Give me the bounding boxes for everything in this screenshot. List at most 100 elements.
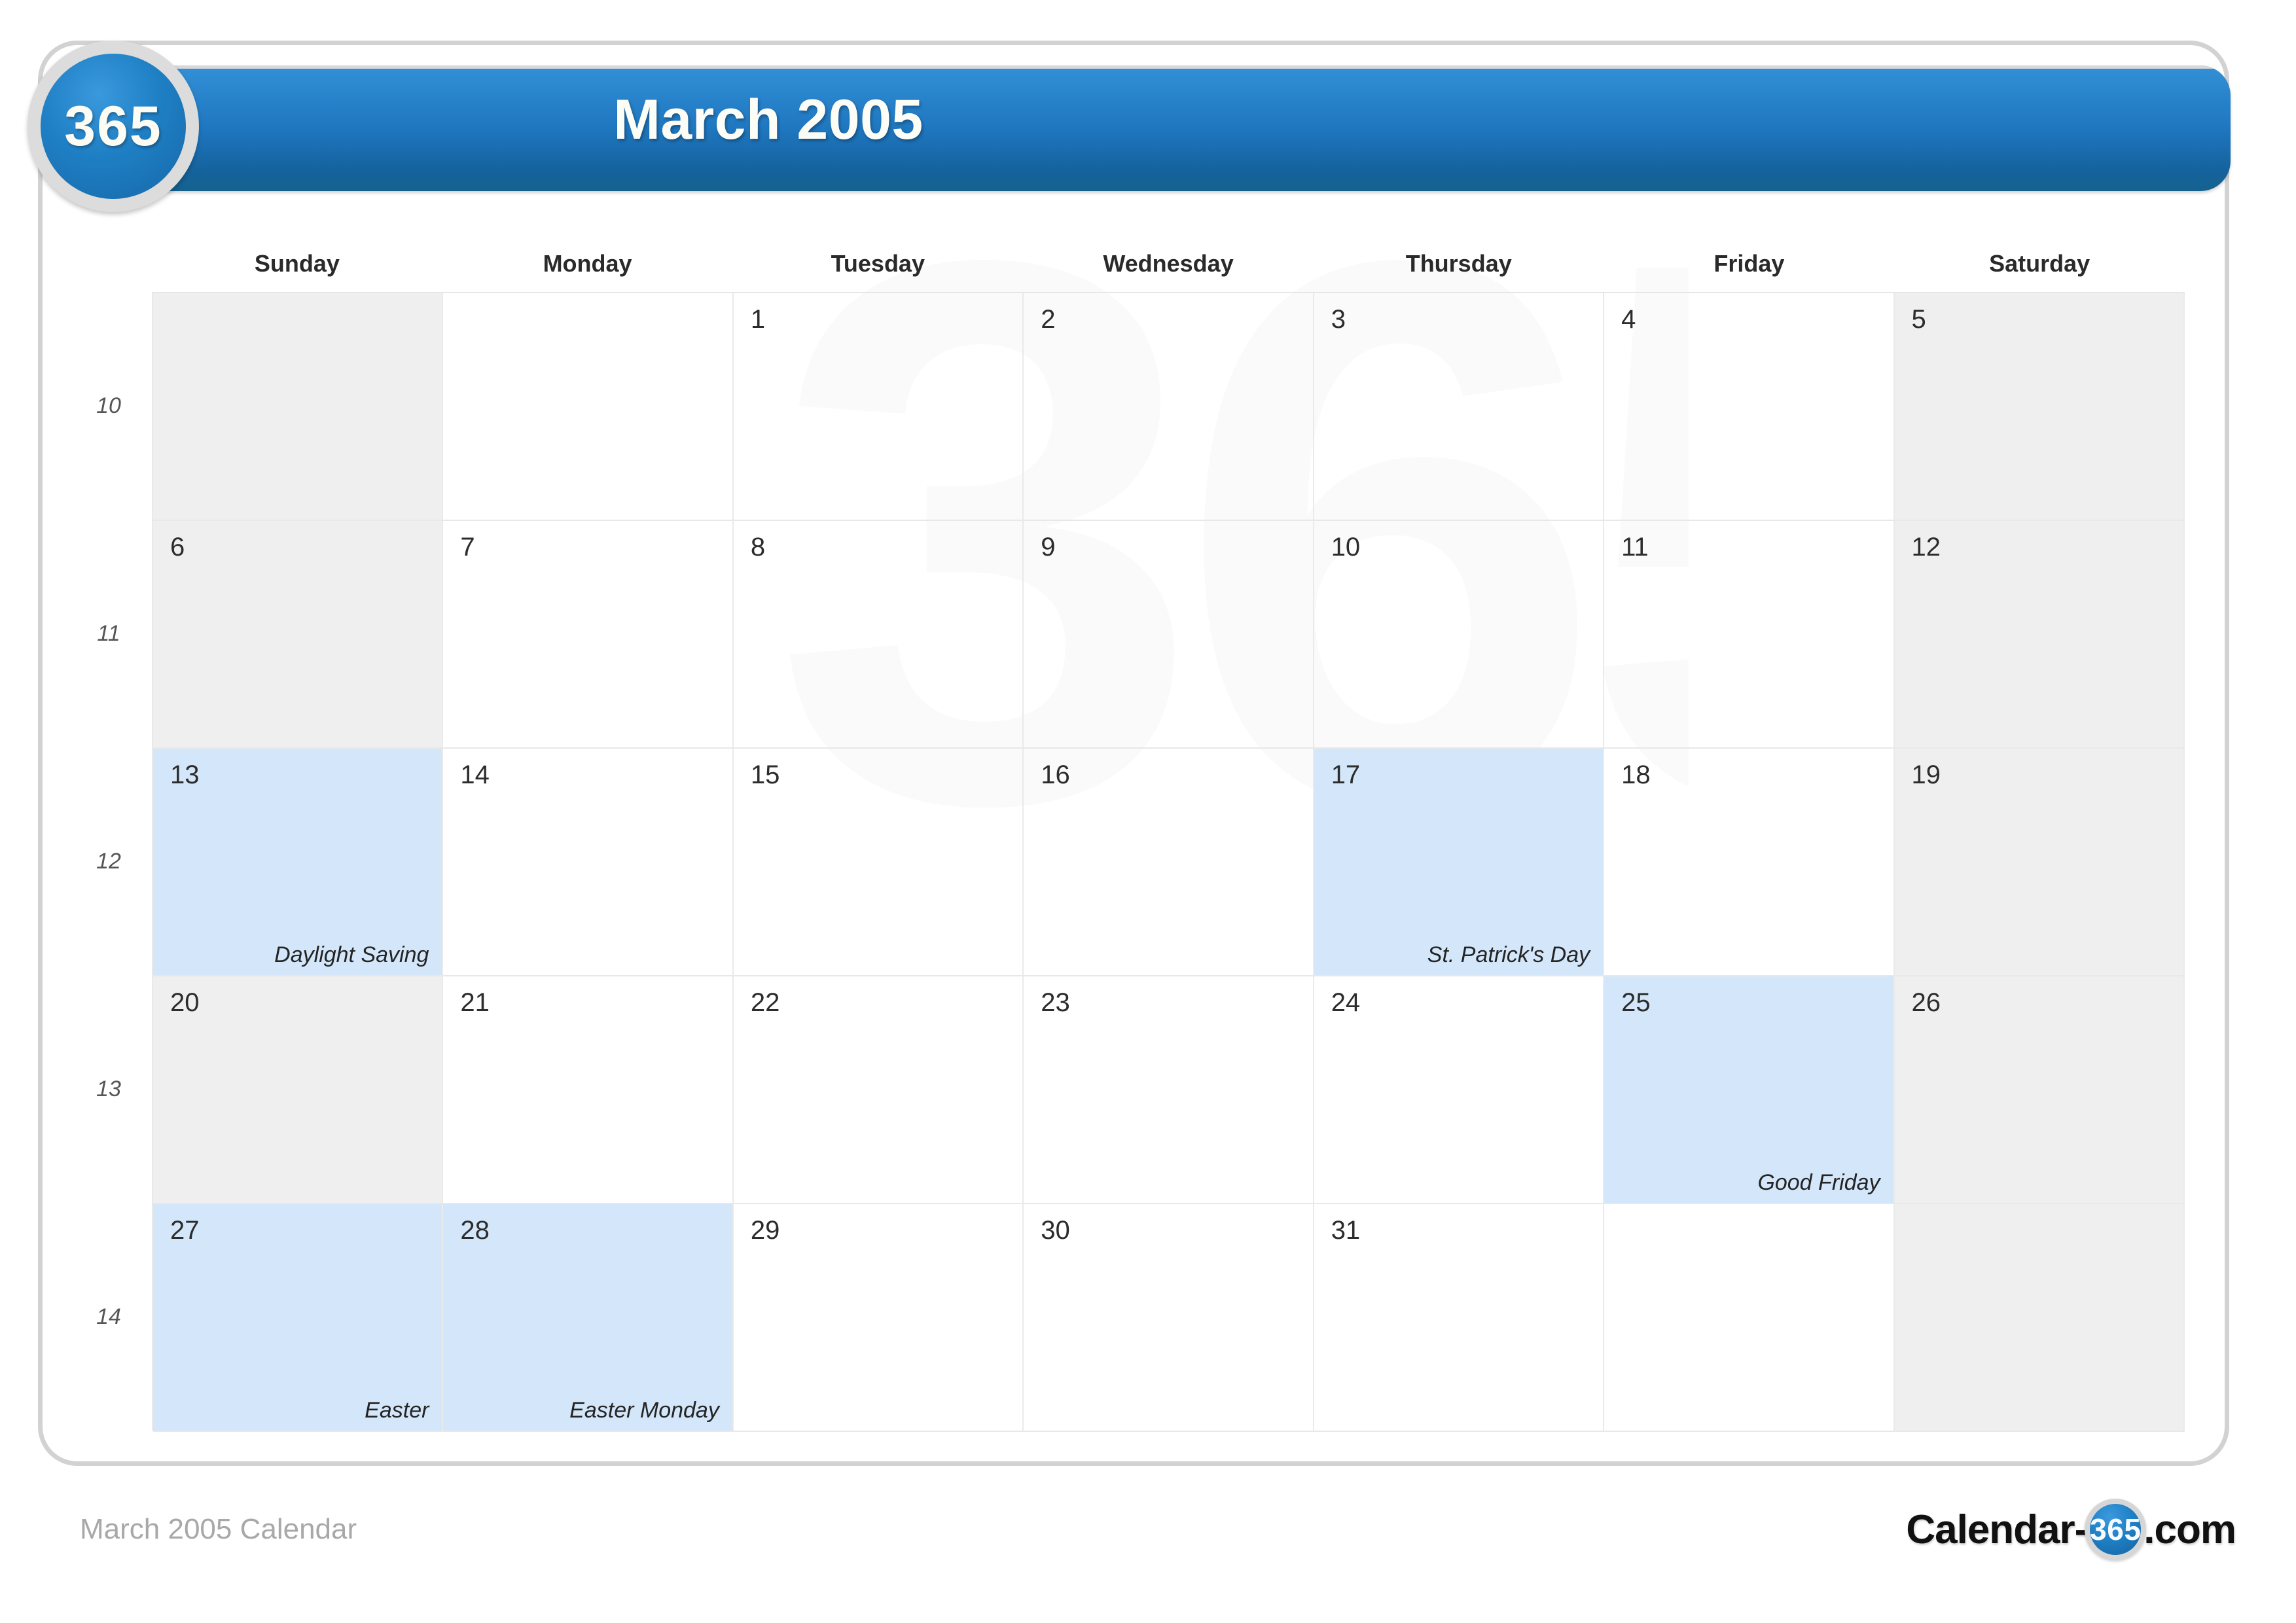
day-number: 19 — [1911, 760, 1941, 789]
calendar-week-row: 13 Daylight Saving 14 15 16 17 St. Patrick's D… — [153, 749, 2185, 976]
day-cell[interactable]: 16 — [1024, 749, 1314, 976]
day-cell[interactable]: 14 — [443, 749, 734, 976]
day-cell[interactable]: 17 St. Patrick's Day — [1314, 749, 1605, 976]
day-cell-empty — [153, 293, 444, 521]
day-cell[interactable]: 18 — [1604, 749, 1895, 976]
day-number: 16 — [1041, 760, 1070, 789]
day-cell[interactable]: 2 — [1024, 293, 1314, 521]
calendar-page: 365 March 2005 365 SundayMondayTuesdayWe… — [0, 0, 2296, 1623]
day-cell[interactable]: 5 — [1894, 293, 2185, 521]
day-cell[interactable]: 9 — [1024, 521, 1314, 749]
weekday-header-monday: Monday — [543, 250, 632, 277]
day-number: 20 — [170, 988, 200, 1017]
day-cell[interactable]: 4 — [1604, 293, 1895, 521]
day-number: 14 — [460, 760, 490, 789]
day-cell[interactable]: 23 — [1024, 976, 1314, 1204]
weekday-header-friday: Friday — [1713, 250, 1785, 277]
day-event-label: Good Friday — [1757, 1170, 1880, 1195]
week-number: 10 — [96, 393, 121, 418]
week-number-column: 10 11 12 13 14 — [72, 292, 145, 1431]
weekday-header-saturday: Saturday — [1989, 250, 2090, 277]
day-event-label: Daylight Saving — [274, 942, 429, 967]
day-number: 12 — [1911, 533, 1941, 562]
day-cell[interactable]: 15 — [733, 749, 1024, 976]
page-title: March 2005 — [613, 88, 924, 151]
day-cell[interactable]: 6 — [153, 521, 444, 749]
weekday-header-wednesday: Wednesday — [1103, 250, 1234, 277]
day-number: 26 — [1911, 988, 1941, 1017]
day-number: 8 — [750, 533, 766, 562]
day-cell[interactable]: 22 — [733, 976, 1024, 1204]
day-number: 10 — [1331, 533, 1361, 562]
day-number: 11 — [1621, 533, 1649, 562]
day-number: 23 — [1041, 988, 1070, 1017]
day-cell[interactable]: 30 — [1024, 1204, 1314, 1432]
day-number: 18 — [1621, 760, 1651, 789]
day-number: 28 — [460, 1216, 490, 1245]
week-number: 12 — [96, 848, 121, 874]
footer-caption: March 2005 Calendar — [80, 1513, 357, 1545]
day-number: 29 — [750, 1216, 780, 1245]
day-cell[interactable]: 25 Good Friday — [1604, 976, 1895, 1204]
calendar-week-row: 27 Easter 28 Easter Monday 29 30 31 — [153, 1204, 2185, 1432]
day-cell[interactable]: 12 — [1894, 521, 2185, 749]
day-cell-empty — [1894, 1204, 2185, 1432]
footer-logo-suffix: .com — [2144, 1507, 2236, 1552]
calendar-header-bar: March 2005 — [118, 65, 2231, 191]
day-number: 2 — [1041, 305, 1056, 334]
day-cell[interactable]: 3 — [1314, 293, 1605, 521]
calendar-week-row: 1 2 3 4 5 — [153, 293, 2185, 521]
day-number: 24 — [1331, 988, 1361, 1017]
day-number: 5 — [1911, 305, 1926, 334]
logo-badge-365: 365 — [27, 41, 199, 212]
day-cell[interactable]: 27 Easter — [153, 1204, 444, 1432]
day-cell[interactable]: 29 — [733, 1204, 1024, 1432]
weekday-header-tuesday: Tuesday — [831, 250, 925, 277]
day-number: 6 — [170, 533, 185, 562]
weekday-header-sunday: Sunday — [254, 250, 340, 277]
footer-logo-badge-label: 365 — [2090, 1504, 2142, 1555]
day-number: 4 — [1621, 305, 1636, 334]
logo-badge-label: 365 — [64, 94, 162, 158]
day-number: 13 — [170, 760, 200, 789]
day-number: 1 — [750, 305, 766, 334]
day-cell[interactable]: 8 — [733, 521, 1024, 749]
day-cell[interactable]: 19 — [1894, 749, 2185, 976]
day-event-label: St. Patrick's Day — [1427, 942, 1590, 967]
calendar-grid: 1 2 3 4 5 6 7 8 9 10 11 12 13 Daylight Saving 14 15 16 17… — [152, 292, 2185, 1432]
footer-logo-badge-icon: 365 — [2085, 1499, 2147, 1560]
day-cell[interactable]: 1 — [733, 293, 1024, 521]
day-cell-empty — [443, 293, 734, 521]
day-number: 3 — [1331, 305, 1346, 334]
day-cell[interactable]: 11 — [1604, 521, 1895, 749]
day-cell[interactable]: 26 — [1894, 976, 2185, 1204]
day-cell[interactable]: 24 — [1314, 976, 1605, 1204]
day-number: 30 — [1041, 1216, 1070, 1245]
day-cell[interactable]: 13 Daylight Saving — [153, 749, 444, 976]
day-number: 22 — [750, 988, 780, 1017]
week-number: 11 — [97, 620, 120, 646]
weekday-header-row: Sunday Monday Tuesday Wednesday Thursday Frid… — [152, 249, 2185, 287]
day-event-label: Easter — [365, 1398, 429, 1423]
day-number: 7 — [460, 533, 475, 562]
calendar-week-row: 20 21 22 23 24 25 Good Friday 26 — [153, 976, 2185, 1204]
footer-logo[interactable]: Calendar- 365 .com — [1906, 1499, 2236, 1560]
day-cell[interactable]: 28 Easter Monday — [443, 1204, 734, 1432]
footer-logo-prefix: Calendar- — [1906, 1507, 2088, 1552]
logo-badge-inner: 365 — [41, 54, 186, 199]
day-cell[interactable]: 10 — [1314, 521, 1605, 749]
day-number: 31 — [1331, 1216, 1361, 1245]
day-number: 15 — [750, 760, 780, 789]
weekday-header-thursday: Thursday — [1405, 250, 1512, 277]
day-cell-empty — [1604, 1204, 1895, 1432]
week-number: 13 — [96, 1076, 121, 1101]
day-cell[interactable]: 7 — [443, 521, 734, 749]
week-number: 14 — [96, 1304, 121, 1329]
day-number: 25 — [1621, 988, 1651, 1017]
day-cell[interactable]: 21 — [443, 976, 734, 1204]
calendar-week-row: 6 7 8 9 10 11 12 — [153, 521, 2185, 749]
day-number: 21 — [460, 988, 490, 1017]
day-number: 27 — [170, 1216, 200, 1245]
day-cell[interactable]: 31 — [1314, 1204, 1605, 1432]
day-cell[interactable]: 20 — [153, 976, 444, 1204]
